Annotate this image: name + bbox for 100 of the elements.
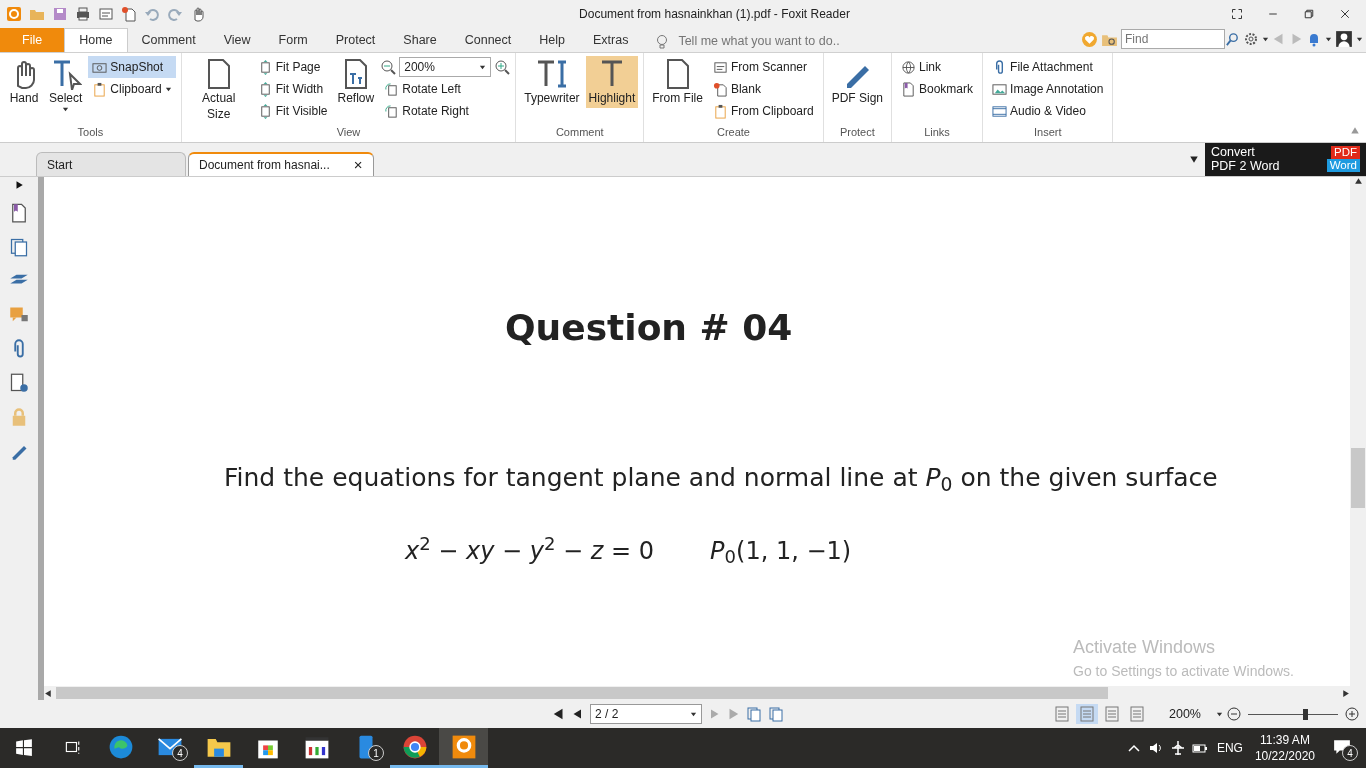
- pdf-label: PDF: [1331, 146, 1360, 159]
- pages-icon: [746, 706, 762, 722]
- ribbon-button[interactable]: Rotate Left: [380, 78, 511, 100]
- group-label: Insert: [1033, 124, 1063, 140]
- window-title: Document from hasnainkhan (1).pdf - Foxit Reader: [579, 7, 850, 21]
- close-tab-button[interactable]: ×: [353, 153, 363, 177]
- ribbon-tab[interactable]: Protect: [321, 28, 390, 52]
- ribbon-tab[interactable]: Home: [64, 28, 128, 52]
- zoom-combo[interactable]: 200%: [399, 57, 492, 77]
- film-strip-icon: [992, 103, 1008, 119]
- ribbon-tab[interactable]: Help: [525, 28, 579, 52]
- clipboard-icon: [712, 103, 728, 119]
- airplane-icon: [1169, 740, 1186, 756]
- count-badge: 4: [1342, 745, 1358, 761]
- question-text: Find the equations for tangent plane and normal line at P$_{0}$ on the given surface: [224, 462, 1218, 497]
- windows-logo-icon: [15, 737, 33, 756]
- collapse-ribbon-icon: [1350, 126, 1360, 136]
- group-label: View: [335, 125, 362, 140]
- ribbon-button[interactable]: Fit Visible: [253, 100, 332, 122]
- vertical-scrollbar-thumb[interactable]: [1351, 448, 1365, 508]
- pages-icon: [8, 237, 29, 257]
- ribbon-button[interactable]: Select: [46, 56, 86, 115]
- group-label: Comment: [554, 124, 605, 140]
- notifications-button[interactable]: 4: [1324, 728, 1360, 768]
- zoom-slider-thumb[interactable]: [1303, 708, 1309, 720]
- caret-icon: [1325, 35, 1332, 43]
- ribbon-button[interactable]: SnapShot: [88, 56, 176, 78]
- find-field[interactable]: Find: [1121, 29, 1225, 49]
- previous-page-icon: [572, 708, 584, 720]
- zoom-percentage: 200%: [1169, 705, 1201, 723]
- ribbon-button[interactable]: Actual Size: [186, 56, 251, 124]
- ribbon-button[interactable]: Link: [897, 56, 978, 78]
- search-icon: [1225, 31, 1240, 47]
- count-badge: 1: [368, 745, 384, 761]
- ribbon-button[interactable]: Hand: [5, 56, 43, 108]
- zoom-out-button[interactable]: [1226, 706, 1242, 722]
- scanner-icon: [98, 6, 114, 22]
- image-icon: [992, 81, 1008, 97]
- restore-icon[interactable]: [1303, 8, 1315, 20]
- scanner-icon: [712, 59, 728, 75]
- taskbar-app-button[interactable]: [439, 728, 488, 768]
- page-number-field[interactable]: 2 / 2: [590, 704, 702, 724]
- rotate-page-icon: [384, 103, 400, 119]
- ribbon-button[interactable]: Rotate Right: [380, 100, 511, 122]
- document-tab[interactable]: Document from hasnai... ×: [188, 152, 374, 176]
- ribbon-tab[interactable]: Comment: [127, 28, 210, 52]
- ribbon-button[interactable]: Fit Page: [253, 56, 332, 78]
- ribbon-tab[interactable]: View: [209, 28, 265, 52]
- ribbon-tab[interactable]: Extras: [579, 28, 643, 52]
- ribbon-button[interactable]: Clipboard: [88, 78, 176, 100]
- ribbon-button[interactable]: From File: [649, 56, 706, 108]
- ribbon-button[interactable]: Reflow: [334, 56, 378, 108]
- ribbon-button[interactable]: From Clipboard: [708, 100, 818, 122]
- ribbon-button[interactable]: Fit Width: [253, 78, 332, 100]
- redo-icon: [167, 6, 183, 22]
- bookmark-icon: [901, 81, 916, 97]
- caret-icon: [1262, 35, 1269, 43]
- banner-text: PDF 2 Word: [1211, 159, 1280, 173]
- ribbon-button[interactable]: Blank: [708, 78, 818, 100]
- caret-icon: [690, 710, 697, 718]
- clock-date[interactable]: 10/22/2020: [1254, 748, 1315, 764]
- ribbon-button[interactable]: Highlight: [585, 56, 639, 108]
- ribbon-button[interactable]: Image Annotation: [988, 78, 1108, 100]
- ribbon-button[interactable]: Audio & Video: [988, 100, 1108, 122]
- signed-document-icon: [8, 373, 29, 393]
- taskbar-app-button[interactable]: 4: [145, 728, 194, 768]
- ribbon-button[interactable]: PDF Sign: [828, 56, 886, 108]
- settings-icon: [1243, 31, 1259, 47]
- close-icon[interactable]: [1339, 8, 1351, 20]
- next-page-icon: [708, 708, 720, 720]
- fullscreen-icon[interactable]: [1231, 8, 1243, 20]
- question-heading: Question # 04: [505, 306, 793, 350]
- pdf-app-icon: [450, 733, 477, 760]
- input-language[interactable]: ENG: [1216, 739, 1243, 757]
- convert-banner[interactable]: Convert PDF 2 Word PDF Word: [1205, 142, 1366, 176]
- zoom-out-icon: [380, 59, 397, 75]
- tell-me-field[interactable]: Tell me what you want to do..: [676, 31, 917, 52]
- speaker-icon: [1147, 740, 1164, 756]
- point-coordinates: P$_{0}$(1, 1, −1): [710, 535, 852, 569]
- surface-equation: x$^{2}$ − xy − y$^{2}$ − z = 0: [405, 532, 655, 567]
- browser-logo-icon: [401, 733, 428, 760]
- new-page-icon: [712, 81, 728, 97]
- ribbon-tab[interactable]: Share: [389, 28, 451, 52]
- ribbon-tab[interactable]: Connect: [450, 28, 526, 52]
- horizontal-scrollbar-thumb[interactable]: [56, 687, 1108, 699]
- ribbon-button[interactable]: From Scanner: [708, 56, 818, 78]
- ribbon-tab[interactable]: Form: [264, 28, 322, 52]
- taskbar-app-button[interactable]: 1: [341, 728, 390, 768]
- count-badge: 4: [172, 745, 188, 761]
- clock-time[interactable]: 11:39 AM: [1260, 732, 1310, 748]
- activation-text: Go to Settings to activate Windows.: [1073, 662, 1294, 681]
- rotate-page-icon: [384, 81, 400, 97]
- document-tab[interactable]: Start: [36, 152, 186, 176]
- activation-title: Activate Windows: [1073, 636, 1217, 659]
- ribbon-button[interactable]: File Attachment: [988, 56, 1108, 78]
- zoom-in-button[interactable]: [1344, 706, 1360, 722]
- ribbon-button[interactable]: Typewriter: [521, 56, 583, 108]
- caret-icon: [1216, 710, 1223, 718]
- banner-text: Convert: [1211, 145, 1256, 159]
- ribbon-button[interactable]: Bookmark: [897, 78, 978, 100]
